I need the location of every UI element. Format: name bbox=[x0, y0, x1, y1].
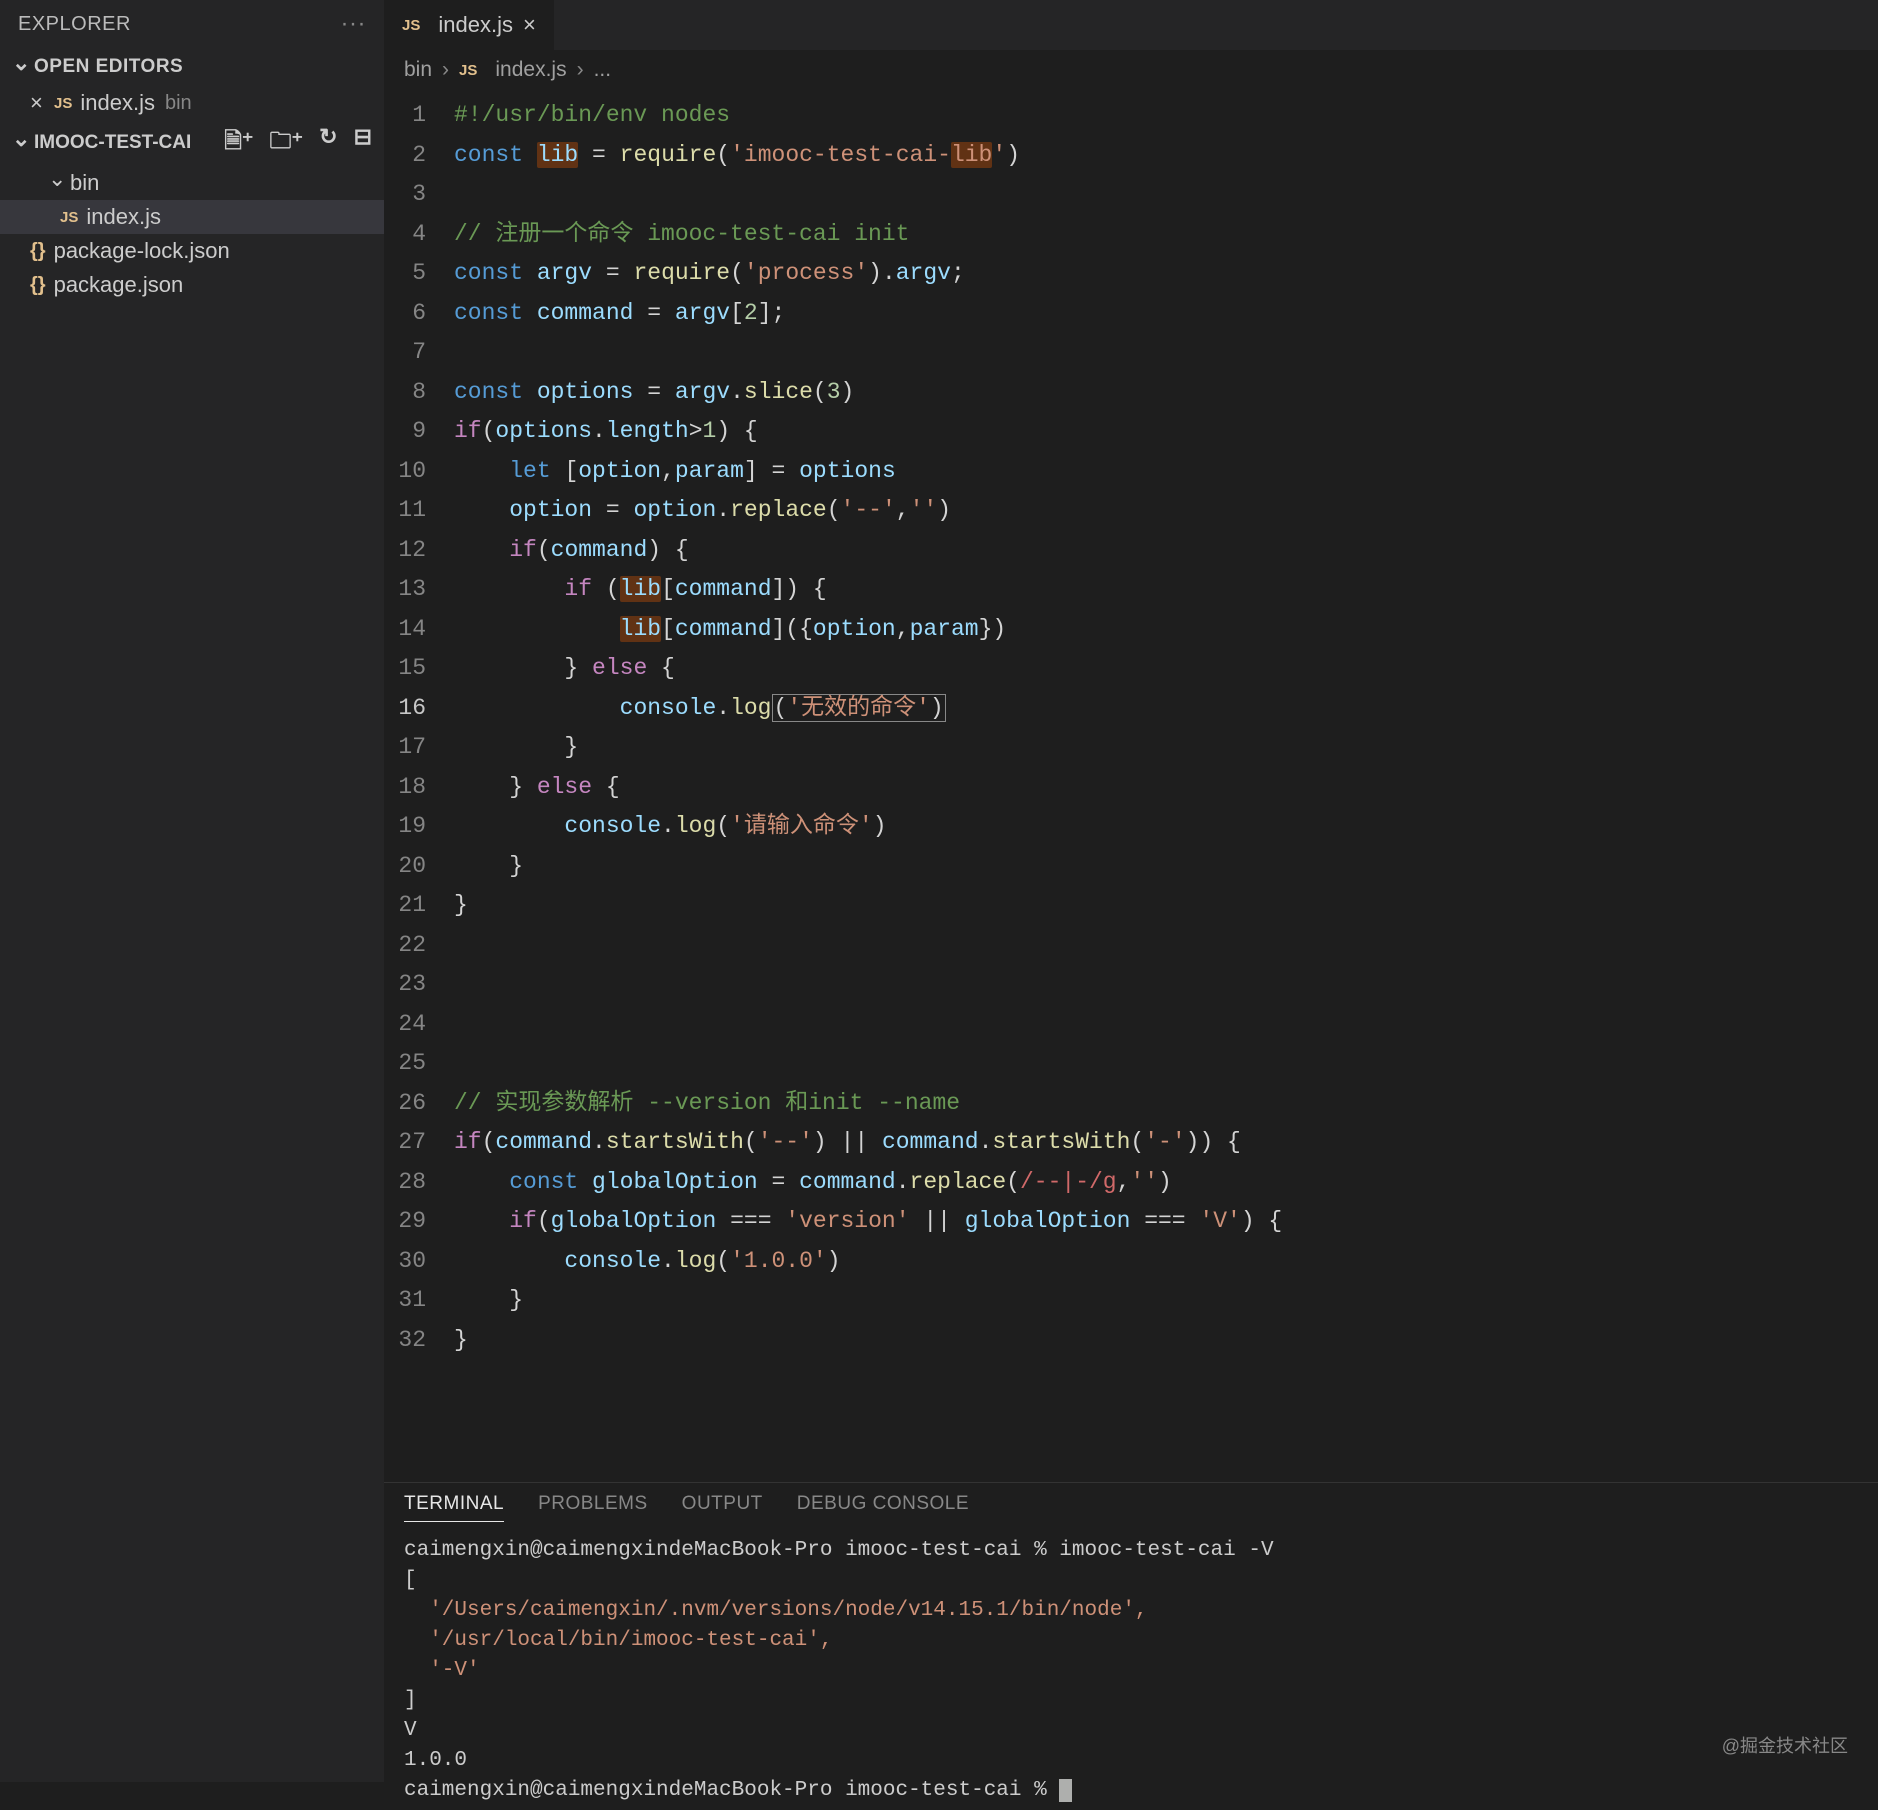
sidebar: EXPLORER ··· OPEN EDITORS × JS index.js … bbox=[0, 0, 384, 1782]
js-badge-icon: JS bbox=[60, 209, 78, 226]
open-editors-header[interactable]: OPEN EDITORS bbox=[0, 48, 384, 86]
editor-area: JS index.js × bin › JS index.js › ... 12… bbox=[384, 0, 1878, 1782]
code-content[interactable]: #!/usr/bin/env nodes const lib = require… bbox=[454, 96, 1878, 1482]
tab-bar: JS index.js × bbox=[384, 0, 1878, 50]
file-label: package.json bbox=[54, 272, 184, 298]
json-icon: {} bbox=[30, 240, 46, 263]
explorer-title: EXPLORER bbox=[18, 13, 131, 36]
js-badge-icon: JS bbox=[54, 95, 72, 112]
open-editor-filename: index.js bbox=[80, 90, 155, 116]
explorer-header: EXPLORER ··· bbox=[0, 0, 384, 48]
tab-problems[interactable]: PROBLEMS bbox=[538, 1493, 648, 1522]
breadcrumb-item[interactable]: ... bbox=[594, 58, 612, 82]
file-indexjs[interactable]: JS index.js bbox=[0, 200, 384, 234]
file-label: package-lock.json bbox=[54, 238, 230, 264]
js-badge-icon: JS bbox=[459, 62, 477, 79]
chevron-down-icon bbox=[12, 54, 28, 80]
breadcrumb-item[interactable]: bin bbox=[404, 58, 432, 82]
panel-tabs: TERMINAL PROBLEMS OUTPUT DEBUG CONSOLE bbox=[384, 1483, 1878, 1532]
new-folder-icon[interactable]: 🗀⁺ bbox=[270, 124, 304, 162]
more-icon[interactable]: ··· bbox=[341, 10, 366, 38]
collapse-icon[interactable]: ⊟ bbox=[354, 124, 372, 162]
chevron-right-icon: › bbox=[442, 58, 449, 82]
watermark: @掘金技术社区 bbox=[1722, 1732, 1848, 1758]
open-editors-label: OPEN EDITORS bbox=[34, 56, 183, 78]
file-label: index.js bbox=[86, 204, 161, 230]
file-package-lock[interactable]: {} package-lock.json bbox=[0, 234, 384, 268]
breadcrumb[interactable]: bin › JS index.js › ... bbox=[384, 50, 1878, 90]
tab-terminal[interactable]: TERMINAL bbox=[404, 1493, 504, 1522]
gutter: 1234567891011121314151617181920212223242… bbox=[384, 96, 454, 1482]
tab-debug-console[interactable]: DEBUG CONSOLE bbox=[797, 1493, 969, 1522]
close-icon[interactable]: × bbox=[523, 12, 536, 38]
tab-label: index.js bbox=[438, 12, 513, 38]
js-badge-icon: JS bbox=[402, 17, 420, 34]
project-actions: 🗎⁺ 🗀⁺ ↻ ⊟ bbox=[224, 124, 372, 162]
terminal-panel: TERMINAL PROBLEMS OUTPUT DEBUG CONSOLE c… bbox=[384, 1482, 1878, 1782]
tab-indexjs[interactable]: JS index.js × bbox=[384, 0, 555, 50]
open-editor-item[interactable]: × JS index.js bin bbox=[0, 86, 384, 120]
project-header[interactable]: IMOOC-TEST-CAI 🗎⁺ 🗀⁺ ↻ ⊟ bbox=[0, 120, 384, 166]
close-icon[interactable]: × bbox=[30, 90, 54, 116]
tab-output[interactable]: OUTPUT bbox=[682, 1493, 763, 1522]
code-editor[interactable]: 1234567891011121314151617181920212223242… bbox=[384, 90, 1878, 1482]
chevron-down-icon bbox=[48, 170, 64, 196]
file-package[interactable]: {} package.json bbox=[0, 268, 384, 302]
refresh-icon[interactable]: ↻ bbox=[319, 124, 337, 162]
json-icon: {} bbox=[30, 274, 46, 297]
terminal-content[interactable]: caimengxin@caimengxindeMacBook-Pro imooc… bbox=[384, 1532, 1878, 1810]
chevron-right-icon: › bbox=[577, 58, 584, 82]
open-editor-folder: bin bbox=[165, 92, 192, 115]
project-name: IMOOC-TEST-CAI bbox=[34, 132, 191, 154]
breadcrumb-item[interactable]: index.js bbox=[495, 58, 566, 82]
folder-label: bin bbox=[70, 170, 99, 196]
new-file-icon[interactable]: 🗎⁺ bbox=[224, 124, 253, 162]
folder-bin[interactable]: bin bbox=[0, 166, 384, 200]
chevron-down-icon bbox=[12, 130, 28, 156]
